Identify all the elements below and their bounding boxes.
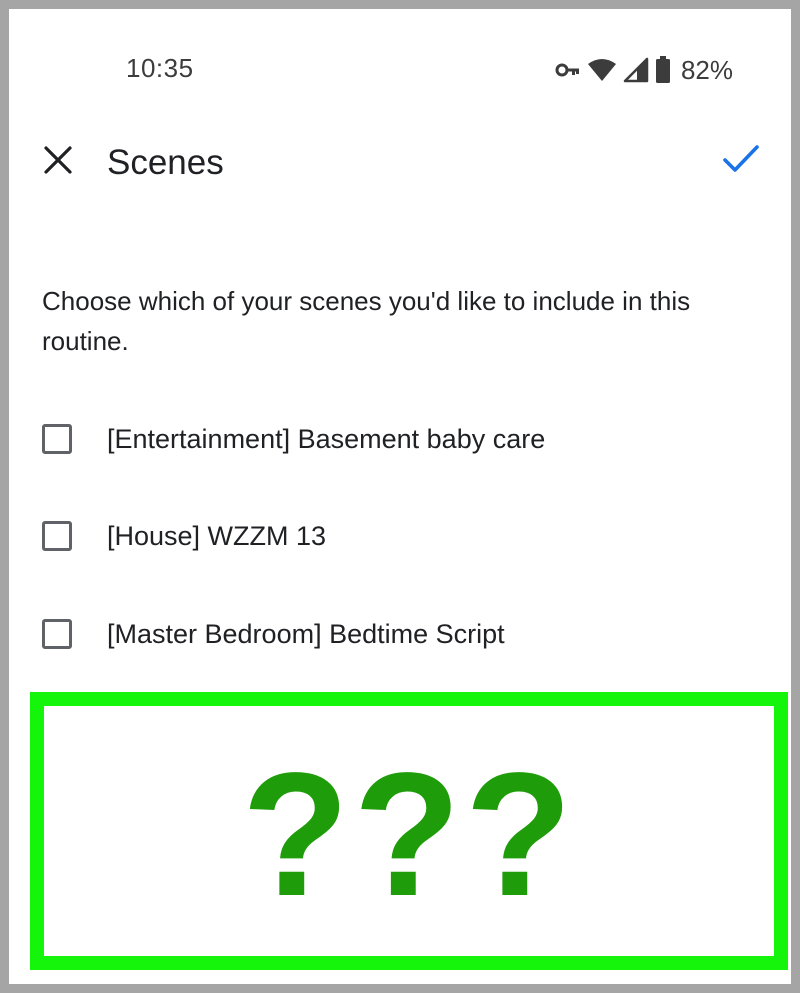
status-icons: 82% <box>555 53 733 87</box>
scene-label: [Master Bedroom] Bedtime Script <box>107 618 505 649</box>
wifi-icon <box>587 58 617 82</box>
scene-item-master-bedroom[interactable]: [Master Bedroom] Bedtime Script <box>42 604 762 664</box>
scene-label: [House] WZZM 13 <box>107 520 327 551</box>
status-time: 10:35 <box>126 53 194 83</box>
scene-label: [Entertainment] Basement baby care <box>107 423 546 454</box>
vpn-key-icon <box>555 61 581 79</box>
scene-item-house[interactable]: [House] WZZM 13 <box>42 506 762 566</box>
battery-percent: 82% <box>680 54 733 85</box>
scene-checkbox[interactable] <box>42 424 72 454</box>
close-icon <box>43 145 73 180</box>
description-text: Choose which of your scenes you'd like t… <box>42 286 691 356</box>
scene-item-entertainment[interactable]: [Entertainment] Basement baby care <box>42 409 762 469</box>
confirm-button[interactable] <box>719 139 763 183</box>
battery-icon <box>655 56 671 84</box>
check-icon <box>722 144 760 179</box>
mystery-question-marks: ??? <box>241 737 577 933</box>
mystery-overlay-box: ??? <box>30 692 788 970</box>
cell-signal-icon <box>623 57 649 83</box>
close-button[interactable] <box>39 143 77 181</box>
scene-checkbox[interactable] <box>42 521 72 551</box>
phone-screen: 10:35 82% Scenes Choose which of your sc… <box>0 0 800 993</box>
page-title: Scenes <box>107 143 224 182</box>
scene-checkbox[interactable] <box>42 619 72 649</box>
